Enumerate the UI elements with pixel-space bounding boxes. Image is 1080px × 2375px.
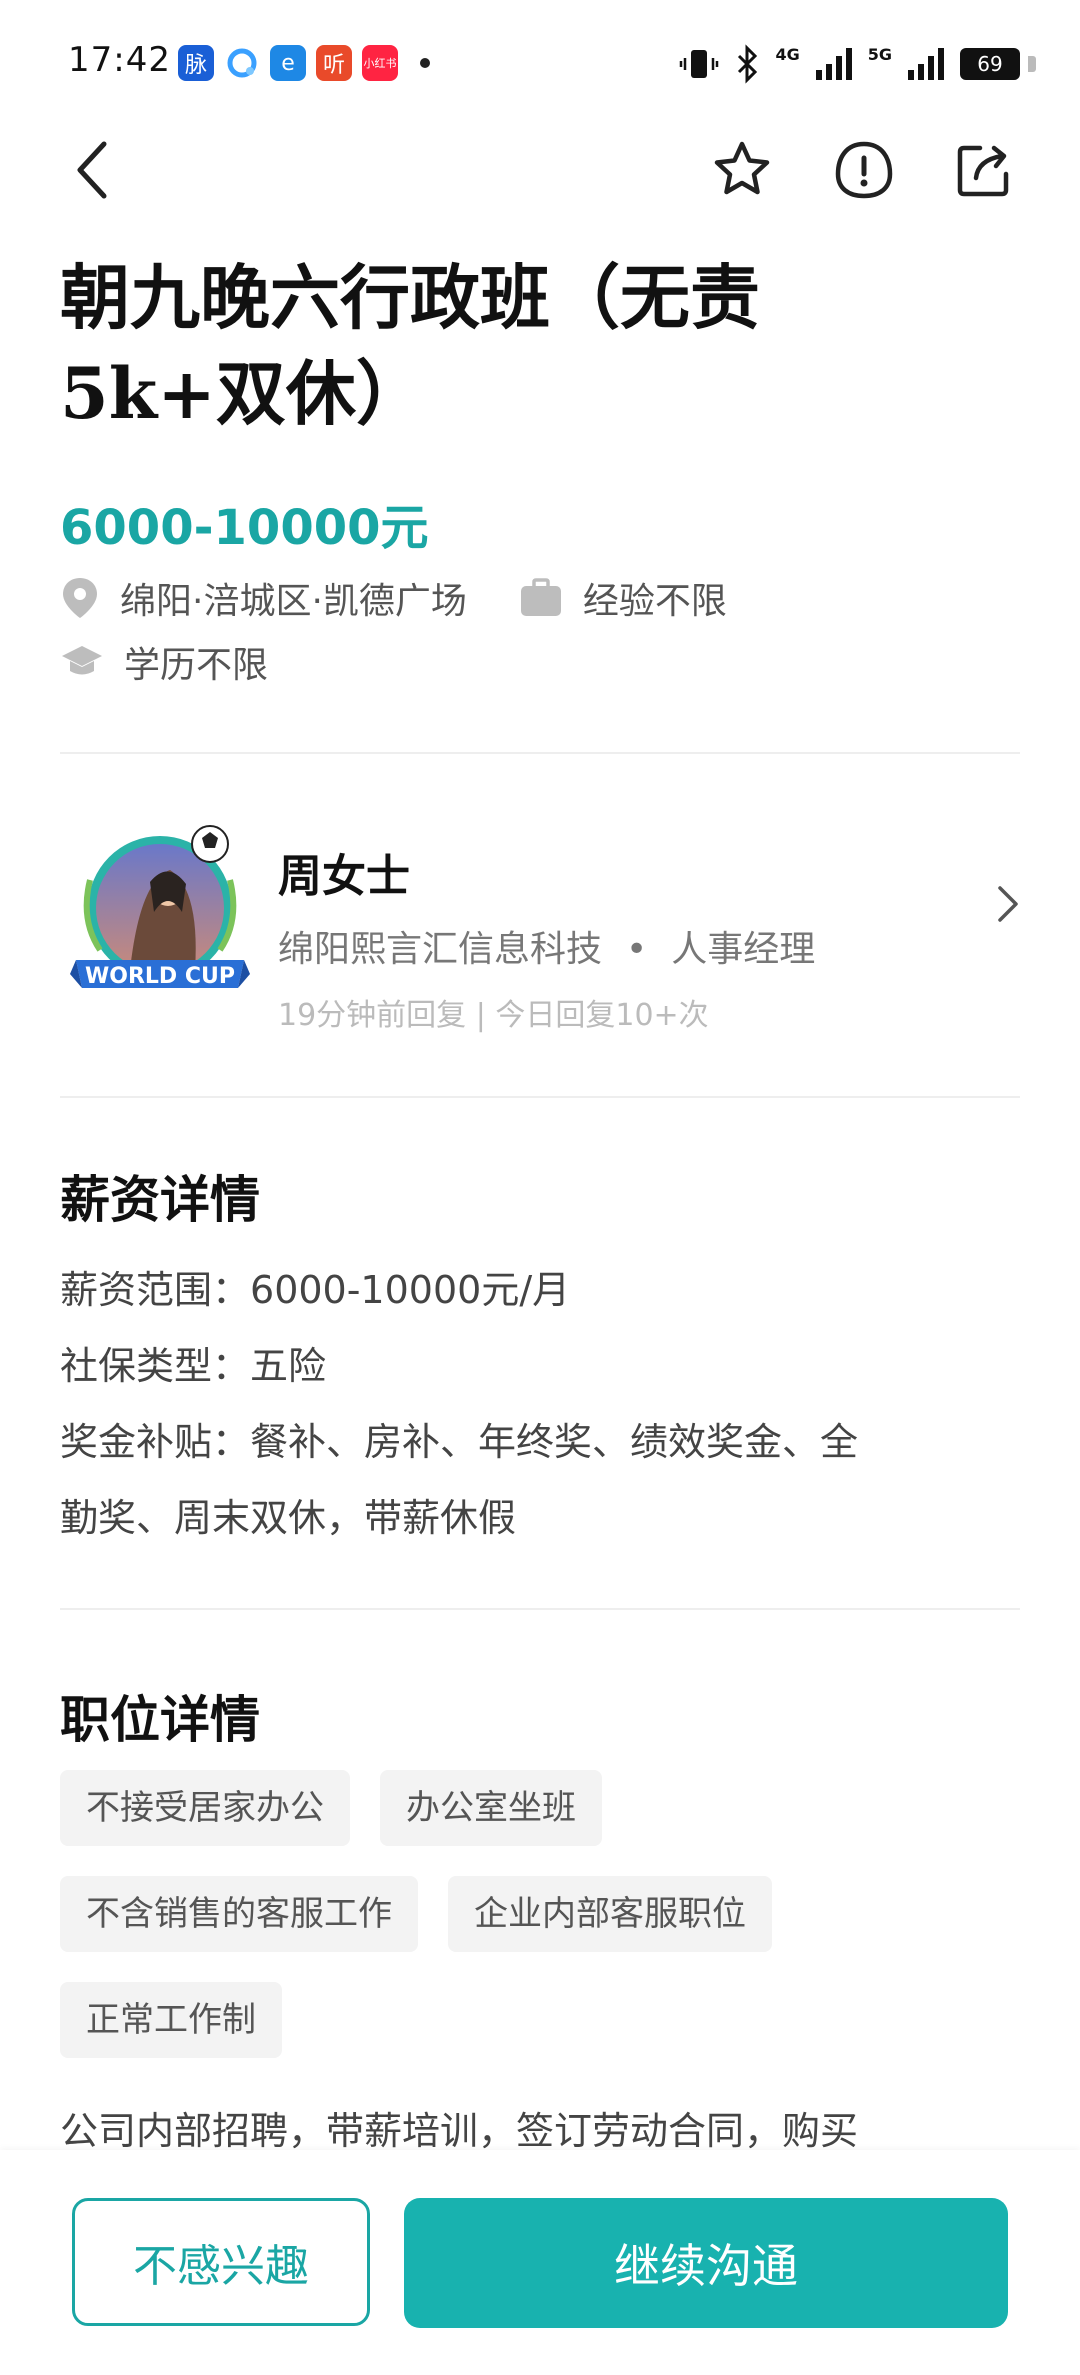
job-experience-text: 经验不限 — [582, 581, 727, 622]
recruiter-name: 周女士 — [278, 851, 410, 902]
ie-app-icon: e — [270, 45, 306, 81]
signal-icon-2 — [908, 48, 944, 80]
warning-icon — [835, 141, 893, 199]
location-pin-icon — [63, 578, 97, 618]
salary-details-title: 薪资详情 — [60, 1170, 260, 1229]
position-details-title: 职位详情 — [60, 1690, 260, 1749]
chevron-right-icon — [998, 886, 1018, 922]
recruiter-card[interactable]: WORLD CUP 周女士 绵阳熙言汇信息科技 • 人事经理 19分钟前回复 | 今… — [60, 800, 1020, 1040]
not-interested-button[interactable]: 不感兴趣 — [72, 2198, 370, 2326]
job-location: 绵阳·涪城区·凯德广场 — [60, 572, 467, 624]
job-education: 学历不限 — [60, 636, 268, 688]
bluetooth-icon — [738, 44, 758, 84]
signal-icon-1 — [815, 48, 852, 80]
status-time: 17:42 — [68, 40, 171, 80]
recruiter-chevron — [996, 884, 1020, 928]
avatar-badge-text: WORLD CUP — [85, 964, 235, 989]
listen-app-icon: 听 — [316, 45, 352, 81]
briefcase-icon — [520, 578, 561, 616]
salary-details: 薪资范围：6000-10000元/月 社保类型：五险 奖金补贴：餐补、房补、年终… — [60, 1252, 1020, 1556]
job-title: 朝九晚六行政班（无责5k+双休） — [60, 256, 760, 435]
browser-app-icon — [224, 45, 260, 81]
insurance-label: 社保类型： — [60, 1344, 251, 1388]
battery-level: 69 — [977, 52, 1003, 76]
job-location-text: 绵阳·涪城区·凯德广场 — [120, 581, 467, 622]
tag-no-remote: 不接受居家办公 — [60, 1770, 350, 1846]
tag-normal-hours: 正常工作制 — [60, 1982, 282, 2058]
recruiter-company-line: 绵阳熙言汇信息科技 • 人事经理 — [278, 920, 815, 972]
xiaohongshu-app-icon: 小红书 — [362, 45, 398, 81]
battery-icon: 69 — [960, 48, 1036, 80]
tag-row: 正常工作制 — [60, 1982, 1020, 2058]
share-button[interactable] — [944, 130, 1024, 210]
continue-chat-button[interactable]: 继续沟通 — [404, 2198, 1008, 2328]
job-meta-row-2: 学历不限 — [60, 636, 320, 688]
nav-bar — [0, 120, 1080, 220]
divider — [60, 1608, 1020, 1610]
tag-office-based: 办公室坐班 — [380, 1770, 602, 1846]
insurance-value: 五险 — [250, 1344, 327, 1388]
status-indicators: 4G 5G 69 — [679, 44, 1036, 84]
divider — [60, 752, 1020, 754]
tag-non-sales-service: 不含销售的客服工作 — [60, 1876, 418, 1952]
bonus-value-line1: 餐补、房补、年终奖、绩效奖金、全 — [250, 1420, 859, 1464]
salary-range-row: 薪资范围：6000-10000元/月 — [60, 1252, 1020, 1328]
position-tags: 不接受居家办公 办公室坐班 不含销售的客服工作 企业内部客服职位 正常工作制 — [60, 1770, 1020, 2088]
job-meta-row-1: 绵阳·涪城区·凯德广场 经验不限 — [60, 572, 779, 624]
back-button[interactable] — [52, 130, 132, 210]
favorite-button[interactable] — [702, 130, 782, 210]
status-app-icons: 脉 e 听 小红书 — [178, 45, 430, 81]
recruiter-separator: • — [626, 929, 648, 970]
bonus-row: 奖金补贴：餐补、房补、年终奖、绩效奖金、全 — [60, 1404, 1020, 1480]
graduation-cap-icon — [62, 646, 102, 675]
maimai-app-icon: 脉 — [178, 45, 214, 81]
network-5g-label: 5G — [867, 44, 892, 64]
more-notifications-dot — [420, 58, 430, 68]
tag-row: 不接受居家办公 办公室坐班 — [60, 1770, 1020, 1846]
status-bar: 17:42 脉 e 听 小红书 4G 5G 69 — [0, 0, 1080, 120]
bonus-label: 奖金补贴： — [60, 1420, 251, 1464]
insurance-row: 社保类型：五险 — [60, 1328, 1020, 1404]
job-salary: 6000-10000元 — [60, 500, 429, 556]
recruiter-company: 绵阳熙言汇信息科技 — [278, 929, 603, 970]
tag-row: 不含销售的客服工作 企业内部客服职位 — [60, 1876, 1020, 1952]
salary-range-value: 6000-10000元/月 — [250, 1268, 571, 1312]
recruiter-reply-info: 19分钟前回复 | 今日回复10+次 — [278, 998, 709, 1033]
network-4g-label: 4G — [775, 44, 800, 64]
vibrate-icon — [680, 50, 719, 78]
tag-internal-service: 企业内部客服职位 — [448, 1876, 772, 1952]
recruiter-role: 人事经理 — [671, 929, 816, 970]
back-arrow-icon — [77, 141, 107, 199]
position-description: 公司内部招聘，带薪培训，签订劳动合同，购买 — [60, 2109, 859, 2153]
job-education-text: 学历不限 — [124, 645, 269, 686]
share-icon — [957, 145, 1009, 197]
salary-range-label: 薪资范围： — [60, 1268, 251, 1312]
divider — [60, 1096, 1020, 1098]
star-icon — [714, 141, 770, 195]
report-button[interactable] — [824, 130, 904, 210]
bottom-action-bar: 不感兴趣 继续沟通 — [0, 2150, 1080, 2375]
bonus-row-continued: 勤奖、周末双休，带薪休假 — [60, 1496, 517, 1540]
job-experience: 经验不限 — [519, 572, 727, 624]
